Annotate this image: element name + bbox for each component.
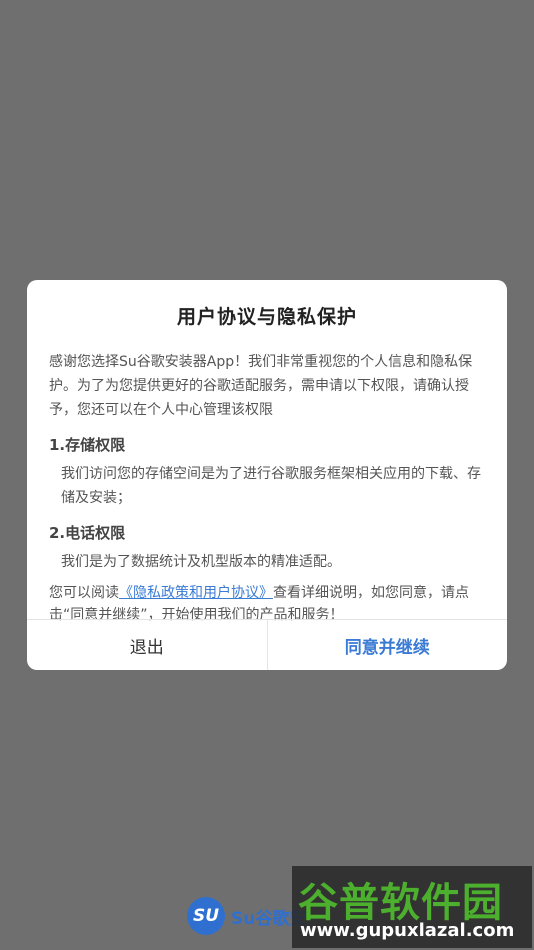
watermark-url: www.gupuxlazal.com: [300, 920, 515, 941]
intro-text: 感谢您选择Su谷歌安装器App！我们非常重视您的个人信息和隐私保护。为了为您提供…: [49, 354, 473, 418]
permission-title-storage: 1.存储权限: [49, 436, 126, 454]
permission-desc-phone: 我们是为了数据统计及机型版本的精准适配。: [61, 554, 341, 570]
dialog-footer: 退出 同意并继续: [27, 619, 507, 670]
permission-desc-storage: 我们访问您的存储空间是为了进行谷歌服务框架相关应用的下载、存储及安装；: [61, 466, 481, 506]
permission-title-phone: 2.电话权限: [49, 524, 126, 542]
privacy-policy-link[interactable]: 《隐私政策和用户协议》: [119, 585, 273, 601]
consent-prefix: 您可以阅读: [49, 585, 119, 601]
agree-continue-button[interactable]: 同意并继续: [268, 620, 508, 670]
app-logo: SU: [187, 897, 225, 935]
app-brand: SU Su谷歌安: [187, 897, 306, 935]
dialog-title: 用户协议与隐私保护: [176, 306, 357, 328]
dialog-body: 感谢您选择Su谷歌安装器App！我们非常重视您的个人信息和隐私保护。为了为您提供…: [49, 350, 485, 626]
exit-button[interactable]: 退出: [27, 620, 268, 670]
privacy-dialog: 用户协议与隐私保护 感谢您选择Su谷歌安装器App！我们非常重视您的个人信息和隐…: [27, 280, 507, 670]
site-watermark: 谷普软件园 www.gupuxlazal.com: [292, 866, 532, 948]
